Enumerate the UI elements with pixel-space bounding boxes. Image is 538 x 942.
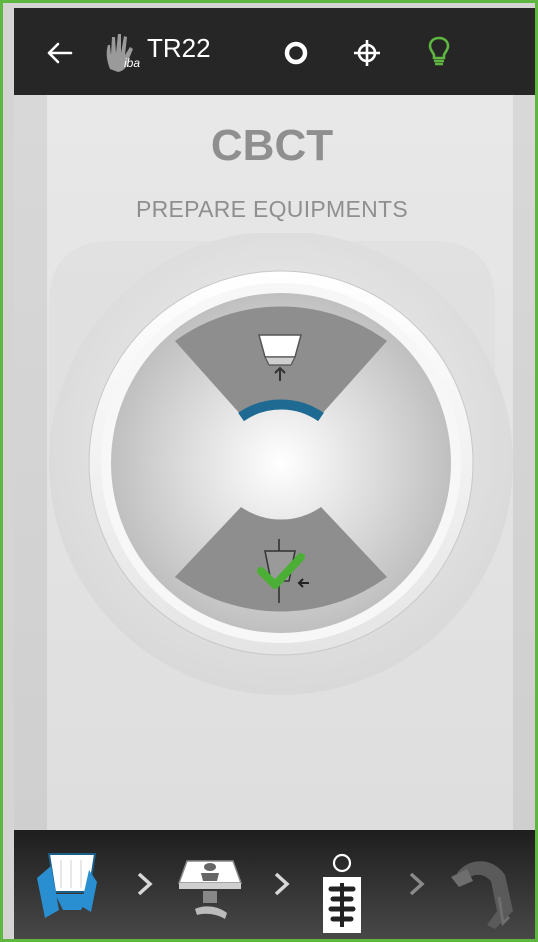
- chevron-right-icon: [273, 871, 291, 897]
- room-title: TR22: [147, 33, 211, 63]
- lightbulb-icon[interactable]: [423, 34, 455, 70]
- top-bar: [14, 8, 535, 95]
- chevron-right-icon: [136, 871, 154, 897]
- iba-hand-logo-icon: iba: [97, 29, 145, 75]
- logo-text: iba: [124, 56, 140, 70]
- crosshair-icon[interactable]: [351, 37, 383, 69]
- patient-xray-step-icon[interactable]: [311, 853, 373, 935]
- chevron-right-icon: [408, 871, 426, 897]
- ring-icon[interactable]: [281, 38, 311, 68]
- page-title: CBCT: [210, 121, 334, 170]
- gantry-rotation-step-icon[interactable]: [443, 851, 523, 933]
- detector-step-icon[interactable]: [33, 848, 103, 928]
- back-arrow-icon[interactable]: [43, 36, 77, 70]
- patient-table-step-icon[interactable]: [173, 853, 247, 929]
- page-subtitle: PREPARE EQUIPMENTS: [135, 196, 409, 222]
- equipment-dial: [49, 233, 513, 695]
- app-frame: iba TR22 CBCT PREPARE EQUIPMENTS: [0, 0, 538, 942]
